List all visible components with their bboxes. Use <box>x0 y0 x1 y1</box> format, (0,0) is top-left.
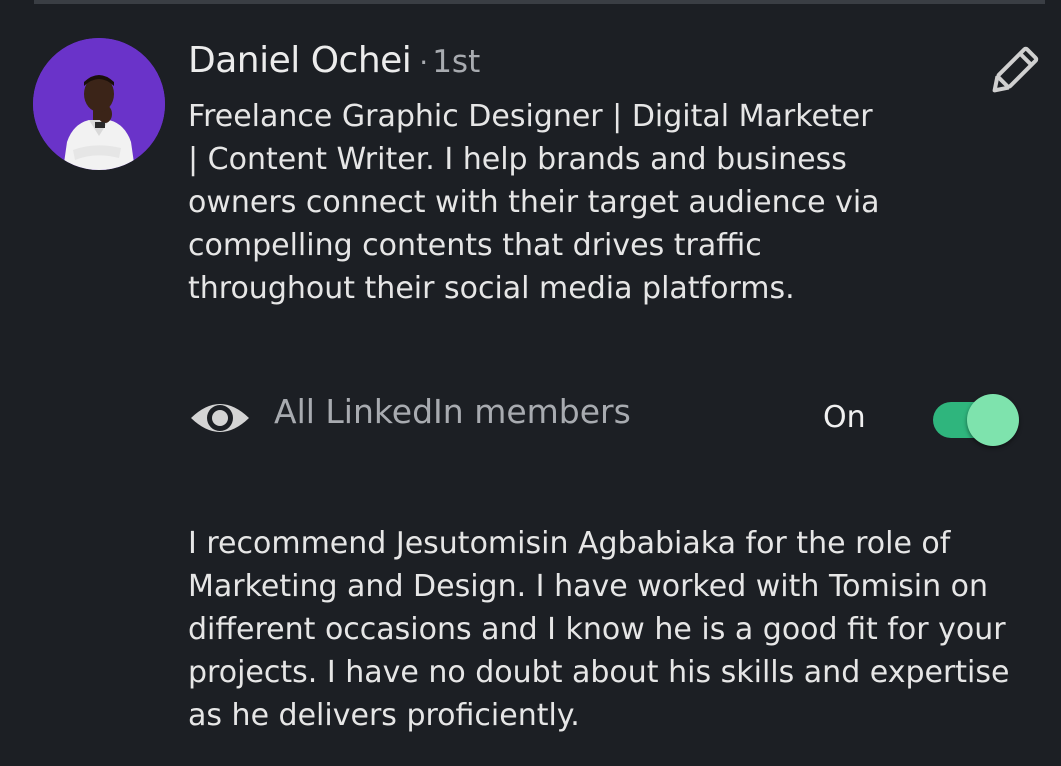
divider <box>34 0 1045 4</box>
recommender-name-line: Daniel Ochei · 1st <box>188 40 480 81</box>
toggle-state-label: On <box>823 400 866 435</box>
avatar[interactable] <box>33 38 165 170</box>
connection-degree: 1st <box>432 44 481 80</box>
pencil-icon <box>992 46 1039 93</box>
recommendation-editor: Daniel Ochei · 1st Freelance Graphic Desig… <box>0 0 1061 766</box>
visibility-label: All LinkedIn members <box>274 392 631 431</box>
visibility-setting: All LinkedIn members On <box>188 390 1028 446</box>
edit-button[interactable] <box>985 44 1041 100</box>
eye-icon <box>191 404 249 432</box>
recommendation-text[interactable]: I recommend Jesutomisin Agbabiaka for th… <box>188 522 1048 737</box>
recommender-headline: Freelance Graphic Designer | Digital Mar… <box>188 99 880 306</box>
visibility-toggle[interactable] <box>933 394 1021 446</box>
recommender-name[interactable]: Daniel Ochei <box>188 40 412 81</box>
toggle-knob[interactable] <box>967 394 1019 446</box>
separator-dot: · <box>419 46 429 79</box>
avatar-photo <box>33 38 165 170</box>
